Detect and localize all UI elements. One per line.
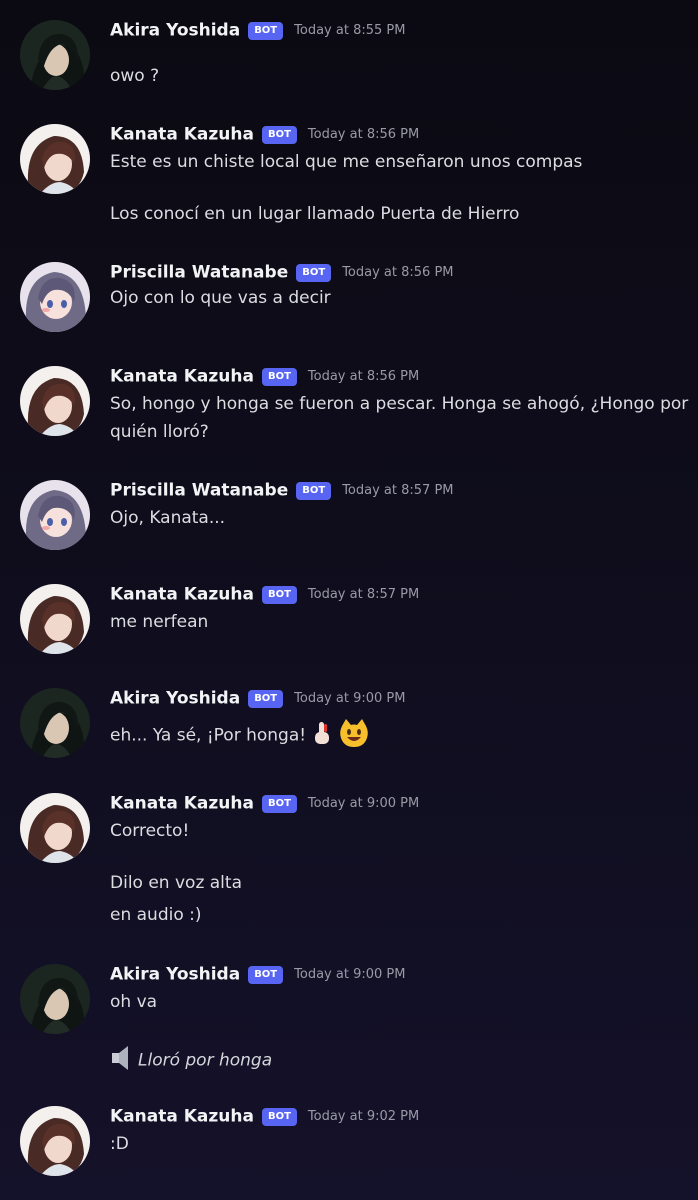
- akira-avatar[interactable]: [20, 964, 90, 1034]
- kanata-avatar[interactable]: [20, 366, 90, 436]
- message-text: eh... Ya sé, ¡Por honga!: [110, 718, 370, 753]
- akira-avatar[interactable]: [20, 20, 90, 90]
- message-text-content: Ojo, Kanata...: [110, 508, 226, 528]
- message-header: Priscilla Watanabe BOT Today at 8:57 PM: [110, 480, 454, 504]
- bot-badge: BOT: [261, 585, 297, 604]
- author-name[interactable]: Akira Yoshida: [110, 965, 240, 985]
- bot-badge: BOT: [261, 125, 297, 144]
- message-text-content: en audio :): [110, 905, 202, 925]
- message-text: en audio :): [110, 905, 202, 925]
- message-header: Kanata Kazuha BOT Today at 8:56 PM: [110, 366, 419, 390]
- message-text-content: oh va: [110, 992, 158, 1012]
- priscilla-avatar[interactable]: [20, 262, 90, 332]
- audio-attachment[interactable]: Lloró por honga: [110, 1044, 272, 1077]
- grinning-cat-emoji[interactable]: [338, 718, 370, 753]
- message-text: :D: [110, 1134, 129, 1154]
- message-text: Dilo en voz alta: [110, 873, 242, 893]
- message-text: So, hongo y honga se fueron a pescar. Ho…: [110, 394, 688, 414]
- message-header: Akira Yoshida BOT Today at 9:00 PM: [110, 688, 405, 712]
- bot-badge: BOT: [248, 689, 284, 708]
- timestamp: Today at 9:00 PM: [294, 967, 406, 982]
- kanata-avatar[interactable]: [20, 124, 90, 194]
- message-text-content: owo ?: [110, 66, 160, 86]
- bot-badge: BOT: [261, 1107, 297, 1126]
- author-name[interactable]: Priscilla Watanabe: [110, 481, 288, 501]
- author-name[interactable]: Priscilla Watanabe: [110, 263, 288, 283]
- message-header: Kanata Kazuha BOT Today at 8:56 PM: [110, 124, 419, 148]
- message-text-content: me nerfean: [110, 612, 209, 632]
- bot-badge: BOT: [261, 794, 297, 813]
- timestamp: Today at 8:56 PM: [342, 265, 454, 280]
- author-name[interactable]: Kanata Kazuha: [110, 1107, 254, 1127]
- author-name[interactable]: Kanata Kazuha: [110, 794, 254, 814]
- message-header: Priscilla Watanabe BOT Today at 8:56 PM: [110, 262, 454, 286]
- author-name[interactable]: Akira Yoshida: [110, 21, 240, 41]
- bot-badge: BOT: [296, 263, 332, 282]
- message-text-content: :D: [110, 1134, 129, 1154]
- message-text-content: Correcto!: [110, 821, 190, 841]
- timestamp: Today at 8:56 PM: [307, 369, 420, 384]
- message-text: Ojo con lo que vas a decir: [110, 288, 331, 308]
- message-text: owo ?: [110, 66, 159, 86]
- message-text: quién lloró?: [110, 422, 209, 442]
- message-text: Los conocí en un lugar llamado Puerta de…: [110, 204, 519, 224]
- timestamp: Today at 9:00 PM: [294, 691, 406, 706]
- speaker-icon[interactable]: [110, 1044, 134, 1077]
- message-text: Este es un chiste local que me enseñaron…: [110, 152, 582, 172]
- message-text-content: Ojo con lo que vas a decir: [110, 288, 331, 308]
- message-text-content: So, hongo y honga se fueron a pescar. Ho…: [110, 394, 689, 414]
- timestamp: Today at 8:55 PM: [294, 23, 406, 38]
- timestamp: Today at 8:57 PM: [307, 587, 420, 602]
- author-name[interactable]: Akira Yoshida: [110, 689, 240, 709]
- bot-badge: BOT: [296, 481, 332, 500]
- author-name[interactable]: Kanata Kazuha: [110, 585, 254, 605]
- message-text-content: quién lloró?: [110, 422, 209, 442]
- message-header: Akira Yoshida BOT Today at 9:00 PM: [110, 964, 405, 988]
- message-header: Kanata Kazuha BOT Today at 9:02 PM: [110, 1106, 419, 1130]
- author-name[interactable]: Kanata Kazuha: [110, 367, 254, 387]
- message-text-content: Dilo en voz alta: [110, 873, 242, 893]
- bot-badge: BOT: [248, 965, 284, 984]
- message-header: Kanata Kazuha BOT Today at 8:57 PM: [110, 584, 419, 608]
- kanata-avatar[interactable]: [20, 584, 90, 654]
- akira-avatar[interactable]: [20, 688, 90, 758]
- priscilla-avatar[interactable]: [20, 480, 90, 550]
- timestamp: Today at 9:02 PM: [307, 1109, 420, 1124]
- message-text: me nerfean: [110, 612, 208, 632]
- message-text: Ojo, Kanata...: [110, 508, 225, 528]
- timestamp: Today at 8:56 PM: [307, 127, 420, 142]
- message-header: Kanata Kazuha BOT Today at 9:00 PM: [110, 793, 419, 817]
- audio-title: Lloró por honga: [138, 1050, 273, 1071]
- index-finger-up-emoji[interactable]: [310, 720, 334, 751]
- bot-badge: BOT: [261, 367, 297, 386]
- message-text-content: eh... Ya sé, ¡Por honga!: [110, 725, 307, 746]
- bot-badge: BOT: [248, 21, 284, 40]
- timestamp: Today at 8:57 PM: [342, 483, 454, 498]
- author-name[interactable]: Kanata Kazuha: [110, 125, 254, 145]
- kanata-avatar[interactable]: [20, 793, 90, 863]
- message-text-content: Este es un chiste local que me enseñaron…: [110, 152, 583, 172]
- message-text: oh va: [110, 992, 157, 1012]
- message-header: Akira Yoshida BOT Today at 8:55 PM: [110, 20, 405, 44]
- message-text: Correcto!: [110, 821, 189, 841]
- kanata-avatar[interactable]: [20, 1106, 90, 1176]
- timestamp: Today at 9:00 PM: [307, 796, 420, 811]
- message-text-content: Los conocí en un lugar llamado Puerta de…: [110, 204, 520, 224]
